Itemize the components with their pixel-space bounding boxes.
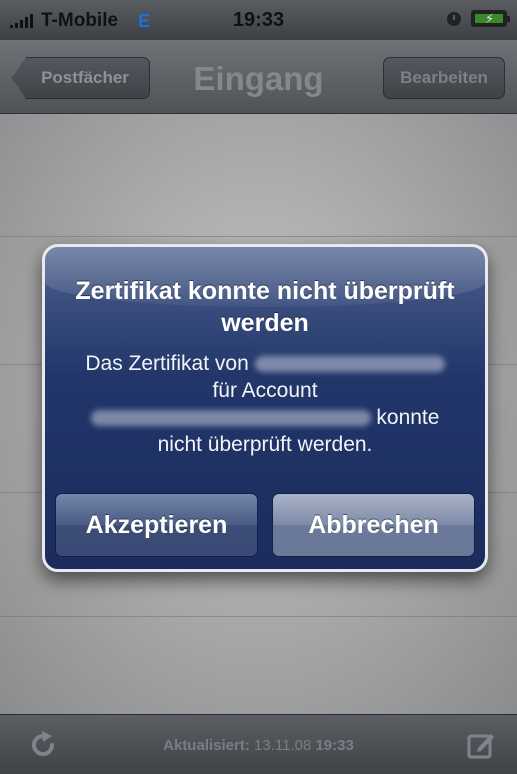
compose-icon[interactable]: [467, 731, 495, 759]
updated-label: Aktualisiert:: [163, 737, 250, 754]
alert-message-part: Das Zertifikat von: [85, 352, 249, 375]
alert-message-part: für Account: [212, 379, 318, 402]
certificate-alert-dialog: Zertifikat konnte nicht überprüft werden…: [42, 244, 488, 572]
redacted-account-name: [90, 410, 371, 427]
alert-message-part: konnte: [376, 406, 440, 429]
cancel-button[interactable]: Abbrechen: [272, 493, 475, 557]
redacted-server-name: [254, 356, 445, 373]
list-row-divider: [0, 616, 517, 617]
list-row-divider: [0, 236, 517, 237]
alert-message-part: nicht überprüft werden.: [157, 433, 373, 456]
edit-button[interactable]: Bearbeiten: [383, 57, 505, 99]
alarm-clock-icon: [447, 11, 461, 26]
updated-date: 13.11.08: [254, 737, 312, 754]
alert-title: Zertifikat konnte nicht überprüft werden: [75, 277, 455, 337]
alert-buttons: Akzeptieren Abbrechen: [55, 493, 475, 557]
alert-message: Das Zertifikat von für Account konnte ni…: [59, 350, 471, 458]
battery-charging-icon: ⚡: [471, 10, 510, 27]
navigation-bar: Postfächer Eingang Bearbeiten: [0, 40, 517, 114]
updated-time: 19:33: [315, 737, 354, 754]
last-updated-status: Aktualisiert: 13.11.08 19:33: [0, 737, 517, 754]
bottom-toolbar: Aktualisiert: 13.11.08 19:33: [0, 714, 517, 774]
status-bar: T-Mobile E 19:33 ⚡: [0, 0, 517, 40]
accept-button[interactable]: Akzeptieren: [55, 493, 258, 557]
status-time: 19:33: [232, 9, 285, 31]
status-right: ⚡: [447, 10, 510, 27]
